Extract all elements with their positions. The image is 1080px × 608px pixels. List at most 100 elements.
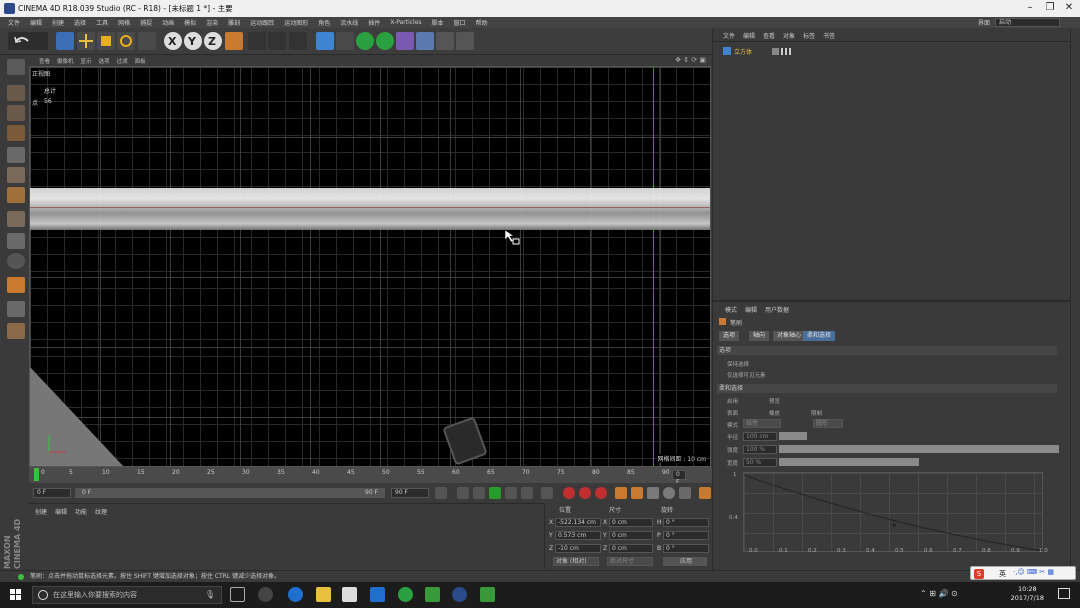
soft-selection-icon[interactable] xyxy=(7,277,25,293)
render-settings-icon[interactable] xyxy=(289,32,307,50)
next-frame-icon[interactable] xyxy=(505,487,517,499)
strength-field[interactable]: 100 % xyxy=(743,445,777,454)
play-icon[interactable] xyxy=(489,487,501,499)
model-mode-icon[interactable] xyxy=(7,85,25,101)
prop-enable[interactable]: 启用 xyxy=(727,397,738,405)
prev-frame-icon[interactable] xyxy=(473,487,485,499)
position-z-field[interactable]: -10 cm xyxy=(555,544,601,553)
record-icon[interactable] xyxy=(563,487,575,499)
apply-button[interactable]: 应用 xyxy=(663,557,707,566)
position-y-field[interactable]: 0.573 cm xyxy=(555,531,601,540)
playhead[interactable] xyxy=(34,468,39,481)
option-visible-only[interactable]: 保持选择 xyxy=(727,360,749,368)
x-axis-lock-icon[interactable]: X xyxy=(164,32,182,50)
menu-file[interactable]: 文件 xyxy=(8,18,20,27)
app-icon[interactable] xyxy=(258,587,273,602)
coord-mode-select[interactable]: 对象 (相对) xyxy=(553,557,599,566)
material-menu-function[interactable]: 功能 xyxy=(75,507,87,516)
key-position-icon[interactable] xyxy=(615,487,627,499)
width-field[interactable]: 50 % xyxy=(743,458,777,467)
close-button[interactable]: ✕ xyxy=(1061,2,1077,15)
viewport-menu-display[interactable]: 显示 xyxy=(81,57,92,65)
key-scale-icon[interactable] xyxy=(631,487,643,499)
viewport-menu-panel[interactable]: 面板 xyxy=(135,57,146,65)
menu-xparticles[interactable]: X-Particles xyxy=(390,19,421,26)
scale-icon[interactable] xyxy=(97,32,115,50)
tab-soft-selection[interactable]: 柔和选择 xyxy=(803,331,836,341)
undo-icon[interactable] xyxy=(8,32,48,50)
deformer-icon[interactable] xyxy=(396,32,414,50)
attr-menu-edit[interactable]: 编辑 xyxy=(745,305,757,314)
menu-pipeline[interactable]: 流水线 xyxy=(340,18,358,27)
rotation-h-field[interactable]: 0 ° xyxy=(663,518,709,527)
menu-motion-tracking[interactable]: 运动跟踪 xyxy=(250,18,274,27)
render-view-icon[interactable] xyxy=(248,32,266,50)
cylinder-object[interactable] xyxy=(30,188,710,230)
camera-icon[interactable] xyxy=(436,32,454,50)
render-picture-viewer-icon[interactable] xyxy=(268,32,286,50)
object-row[interactable]: 立方体 xyxy=(723,46,792,56)
coordinate-system-icon[interactable] xyxy=(225,32,243,50)
ime-tools-icon[interactable]: ·,☺ ⌨ ✂ ▦ xyxy=(1013,568,1054,576)
prop-rubber[interactable]: 橡皮 xyxy=(769,409,780,417)
material-menu-texture[interactable]: 纹理 xyxy=(95,507,107,516)
move-icon[interactable] xyxy=(77,32,95,50)
lock-workplane-icon[interactable] xyxy=(7,301,25,317)
maximize-button[interactable]: ❐ xyxy=(1042,2,1058,15)
attr-menu-userdata[interactable]: 用户数据 xyxy=(765,305,789,314)
menu-create[interactable]: 创建 xyxy=(52,18,64,27)
light-icon[interactable] xyxy=(456,32,474,50)
falloff-graph[interactable] xyxy=(743,472,1045,552)
ime-toolbar[interactable]: S 英 ·,☺ ⌨ ✂ ▦ xyxy=(970,566,1076,580)
object-menu-view[interactable]: 查看 xyxy=(763,31,775,40)
workplane-icon[interactable] xyxy=(7,125,25,141)
radius-field[interactable]: 100 cm xyxy=(743,432,777,441)
coord-size-mode-select[interactable]: 绝对尺寸 xyxy=(607,557,653,566)
menu-snap[interactable]: 捕捉 xyxy=(140,18,152,27)
edges-mode-icon[interactable] xyxy=(7,167,25,183)
material-menu-edit[interactable]: 编辑 xyxy=(55,507,67,516)
points-mode-icon[interactable] xyxy=(7,147,25,163)
size-y-field[interactable]: 0 cm xyxy=(609,531,653,540)
key-pla-icon[interactable] xyxy=(679,487,691,499)
size-z-field[interactable]: 0 cm xyxy=(609,544,653,553)
app-blue-icon[interactable] xyxy=(370,587,385,602)
object-menu-bookmarks[interactable]: 书签 xyxy=(823,31,835,40)
menu-mesh[interactable]: 网格 xyxy=(118,18,130,27)
tab-axis[interactable]: 轴向 xyxy=(749,331,770,341)
visibility-icon[interactable] xyxy=(772,47,780,55)
taskbar-search[interactable]: 在这里输入你要搜索的内容 🎙 xyxy=(32,586,222,604)
autokey-icon[interactable] xyxy=(579,487,591,499)
recent-tools-icon[interactable] xyxy=(138,32,156,50)
store-icon[interactable] xyxy=(342,587,357,602)
menu-edit[interactable]: 编辑 xyxy=(30,18,42,27)
rotation-b-field[interactable]: 0 ° xyxy=(663,544,709,553)
edge-browser-icon[interactable] xyxy=(288,587,303,602)
tweak-mode-icon[interactable] xyxy=(7,233,25,249)
strength-slider[interactable] xyxy=(779,445,1059,453)
snap-icon[interactable] xyxy=(7,253,25,269)
axis-mode-icon[interactable] xyxy=(7,211,25,227)
menu-select[interactable]: 选择 xyxy=(74,18,86,27)
file-explorer-icon[interactable] xyxy=(316,587,331,602)
falloff-mode-select[interactable]: 线性 xyxy=(743,419,781,428)
viewport-menu-view[interactable]: 查看 xyxy=(39,57,50,65)
option-keep-selection[interactable]: 仅选择可见元素 xyxy=(727,371,766,379)
viewport[interactable]: 正视图 总计 点 56 网格间距 : 10 cm xyxy=(29,66,711,467)
texture-mode-icon[interactable] xyxy=(7,105,25,121)
timeline-ruler[interactable]: 0 5 10 15 20 25 30 35 40 45 50 55 60 65 … xyxy=(29,467,712,486)
object-name[interactable]: 立方体 xyxy=(734,47,752,56)
cube-icon[interactable] xyxy=(316,32,334,50)
right-tab-strip[interactable] xyxy=(1070,30,1080,570)
width-slider[interactable] xyxy=(779,458,919,466)
prop-surface[interactable]: 表面 xyxy=(727,409,738,417)
radius-slider[interactable] xyxy=(779,432,807,440)
tab-options[interactable]: 选项 xyxy=(719,331,740,341)
position-x-field[interactable]: -522.134 cm xyxy=(555,518,601,527)
object-menu-objects[interactable]: 对象 xyxy=(783,31,795,40)
camtasia-recorder-icon[interactable] xyxy=(480,587,495,602)
menu-simulate[interactable]: 模拟 xyxy=(184,18,196,27)
prev-key-icon[interactable] xyxy=(457,487,469,499)
menu-animate[interactable]: 动画 xyxy=(162,18,174,27)
checker-tag-icon[interactable] xyxy=(781,47,792,55)
